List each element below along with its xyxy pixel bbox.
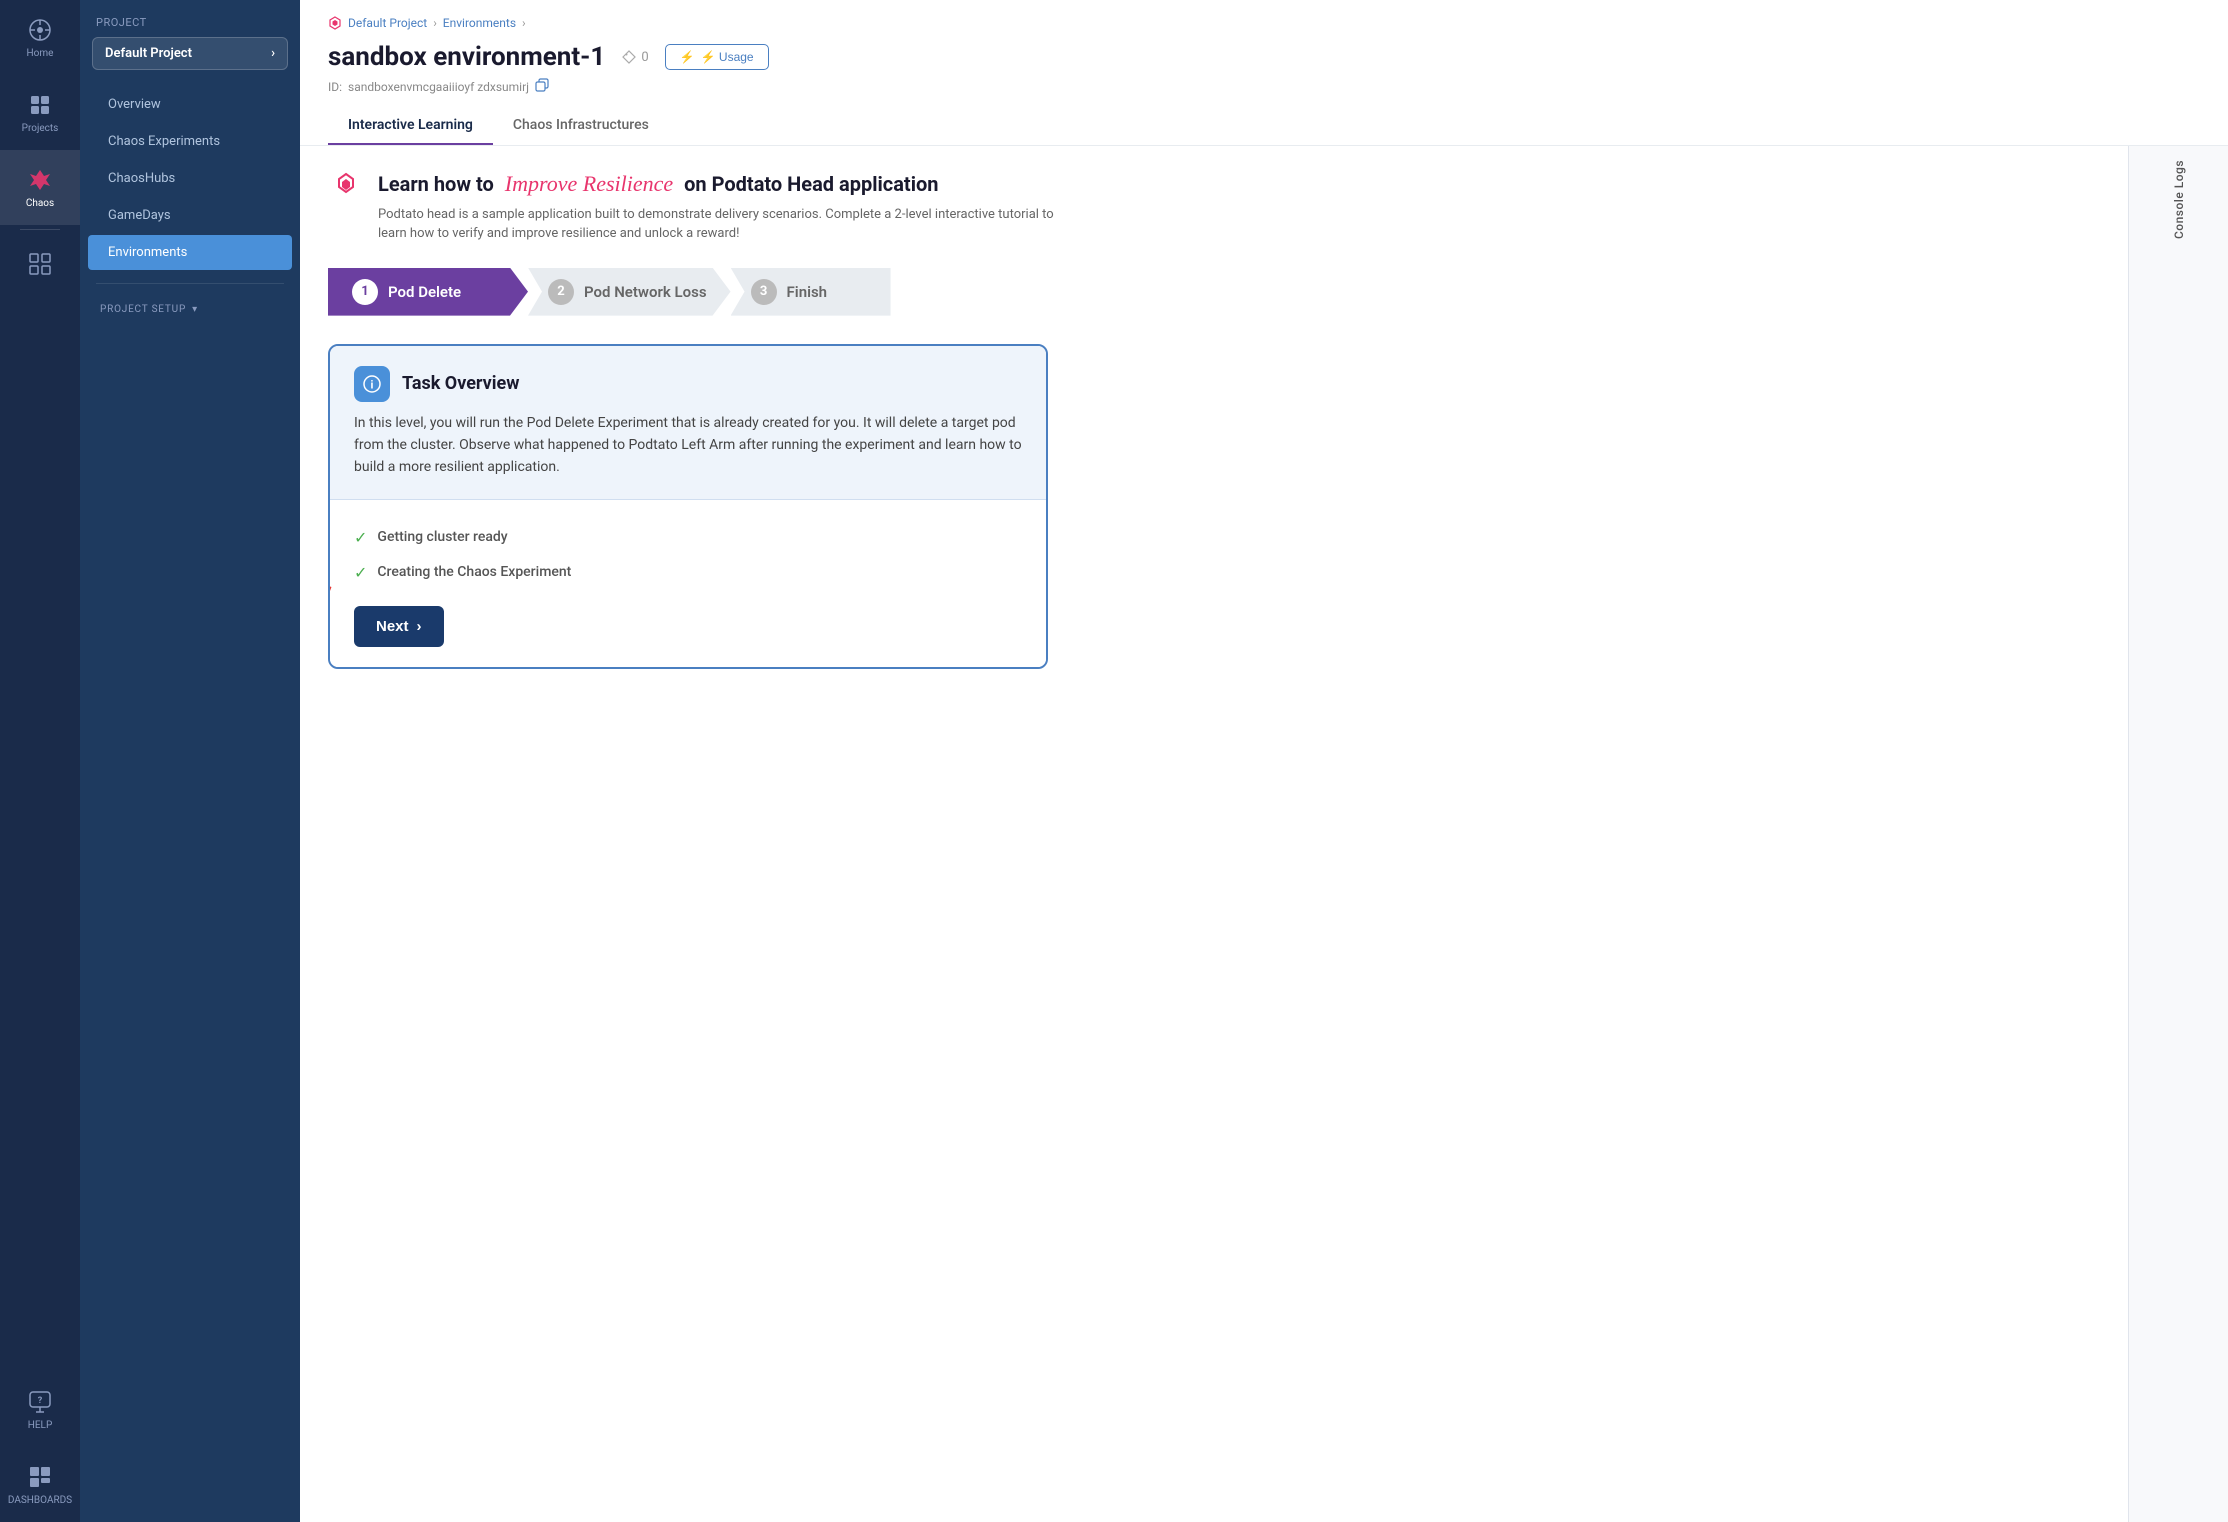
red-arrow: ↓: [328, 565, 348, 629]
task-card-title: Task Overview: [402, 373, 520, 394]
learn-banner: Learn how to Improve Resilience on Podta…: [328, 170, 2100, 244]
nav-home-label: Home: [27, 48, 54, 59]
tab-interactive-learning[interactable]: Interactive Learning: [328, 107, 493, 145]
dashboards-icon: [26, 1463, 54, 1491]
next-button[interactable]: Next ›: [354, 606, 444, 647]
copy-icon[interactable]: [535, 78, 549, 95]
harness-logo-breadcrumb: [328, 16, 342, 30]
sidebar-item-chaoshubs[interactable]: ChaosHubs: [88, 161, 292, 196]
sidebar-item-overview[interactable]: Overview: [88, 87, 292, 122]
step1-label: Pod Delete: [388, 283, 461, 301]
learn-logo: [328, 170, 364, 206]
task-card-desc: In this level, you will run the Pod Dele…: [354, 412, 1022, 479]
nav-dashboards-label: DASHBOARDS: [8, 1495, 72, 1506]
nav-item-help[interactable]: ? HELP: [0, 1372, 80, 1447]
env-header: sandbox environment-1 0 ⚡ ⚡ Usage: [328, 42, 2200, 72]
nav-help-label: HELP: [28, 1420, 53, 1431]
nav-bar: Home Projects Chaos: [0, 0, 80, 1522]
task-overview-title: i Task Overview: [354, 366, 1022, 402]
sidebar-item-environments[interactable]: Environments: [88, 235, 292, 270]
console-panel[interactable]: Console Logs: [2128, 146, 2228, 1522]
arrow-container: ↓ Next ›: [354, 598, 1022, 647]
chaos-icon: [26, 166, 54, 194]
projects-icon: [26, 91, 54, 119]
nav-item-chaos[interactable]: Chaos: [0, 150, 80, 225]
steps-bar: 1 Pod Delete 2 Pod Network Loss 3 Finish: [328, 268, 2100, 316]
help-icon: ?: [26, 1388, 54, 1416]
env-id: ID: sandboxenvmcgaaiiioyf zdxsumirj: [328, 78, 2200, 95]
breadcrumb-environments[interactable]: Environments: [443, 16, 516, 30]
learn-text: Learn how to Improve Resilience on Podta…: [378, 170, 1078, 244]
check-icon-1: ✓: [354, 528, 367, 547]
step3-num: 3: [751, 279, 777, 305]
harness-chaos-logo: [328, 170, 364, 206]
header: Default Project › Environments › sandbox…: [300, 0, 2228, 146]
nav-bottom: ? HELP DASHBOARDS: [0, 1372, 80, 1522]
step-finish[interactable]: 3 Finish: [731, 268, 891, 316]
project-setup-label: PROJECT SETUP ▾: [80, 296, 300, 319]
task-card: i Task Overview In this level, you will …: [328, 344, 1048, 669]
step-pod-delete[interactable]: 1 Pod Delete: [328, 268, 528, 316]
nav-item-grid[interactable]: [0, 234, 80, 294]
usage-button[interactable]: ⚡ ⚡ Usage: [665, 44, 769, 70]
sidebar-item-chaos-experiments[interactable]: Chaos Experiments: [88, 124, 292, 159]
checklist-label-1: Getting cluster ready: [377, 529, 507, 545]
lightning-icon: ⚡: [680, 50, 695, 64]
svg-text:i: i: [371, 378, 374, 391]
project-selector[interactable]: Default Project ›: [92, 37, 288, 70]
info-icon: i: [354, 366, 390, 402]
breadcrumb: Default Project › Environments ›: [328, 16, 2200, 30]
page-body: Learn how to Improve Resilience on Podta…: [300, 146, 2228, 1522]
checklist-label-2: Creating the Chaos Experiment: [377, 564, 571, 580]
task-overview-header: i Task Overview In this level, you will …: [330, 346, 1046, 500]
svg-text:?: ?: [38, 1396, 43, 1406]
breadcrumb-sep2: ›: [522, 16, 526, 30]
breadcrumb-project[interactable]: Default Project: [348, 16, 427, 30]
learn-title: Learn how to Improve Resilience on Podta…: [378, 170, 1078, 199]
sidebar-divider: [96, 283, 284, 284]
env-id-value: sandboxenvmcgaaiiioyf zdxsumirj: [348, 80, 529, 94]
content-area: Learn how to Improve Resilience on Podta…: [300, 146, 2128, 1522]
tag-count: 0: [641, 50, 648, 65]
sidebar-item-gamedays[interactable]: GameDays: [88, 198, 292, 233]
nav-projects-label: Projects: [22, 123, 59, 134]
checklist-item-cluster-ready: ✓ Getting cluster ready: [354, 520, 1022, 555]
env-tag: 0: [621, 49, 648, 65]
learn-title-cursive: Improve Resilience: [505, 171, 673, 196]
sidebar: Project Default Project › Overview Chaos…: [80, 0, 300, 1522]
env-title: sandbox environment-1: [328, 42, 605, 72]
tabs: Interactive Learning Chaos Infrastructur…: [328, 107, 2200, 145]
tag-icon: [621, 49, 637, 65]
tab-chaos-infrastructures[interactable]: Chaos Infrastructures: [493, 107, 669, 145]
nav-item-home[interactable]: Home: [0, 0, 80, 75]
learn-subtitle: Podtato head is a sample application bui…: [378, 205, 1078, 244]
step-pod-network-loss[interactable]: 2 Pod Network Loss: [528, 268, 731, 316]
step2-label: Pod Network Loss: [584, 283, 707, 301]
console-logs-label: Console Logs: [2172, 160, 2186, 239]
breadcrumb-sep1: ›: [433, 16, 437, 30]
chevron-right-next: ›: [417, 618, 422, 635]
nav-chaos-label: Chaos: [26, 198, 54, 209]
grid-icon: [26, 250, 54, 278]
step3-label: Finish: [787, 283, 828, 301]
project-label: Project: [80, 16, 300, 37]
nav-item-dashboards[interactable]: DASHBOARDS: [0, 1447, 80, 1522]
step2-num: 2: [548, 279, 574, 305]
check-icon-2: ✓: [354, 563, 367, 582]
nav-divider: [20, 229, 60, 230]
task-checklist: ✓ Getting cluster ready ✓ Creating the C…: [330, 500, 1046, 667]
checklist-item-creating-experiment: ✓ Creating the Chaos Experiment: [354, 555, 1022, 590]
project-name: Default Project: [105, 46, 192, 61]
main-content: Default Project › Environments › sandbox…: [300, 0, 2228, 1522]
chevron-right-icon: ›: [271, 46, 275, 61]
home-icon: [26, 16, 54, 44]
step1-num: 1: [352, 279, 378, 305]
nav-item-projects[interactable]: Projects: [0, 75, 80, 150]
chevron-down-icon: ▾: [192, 304, 198, 315]
